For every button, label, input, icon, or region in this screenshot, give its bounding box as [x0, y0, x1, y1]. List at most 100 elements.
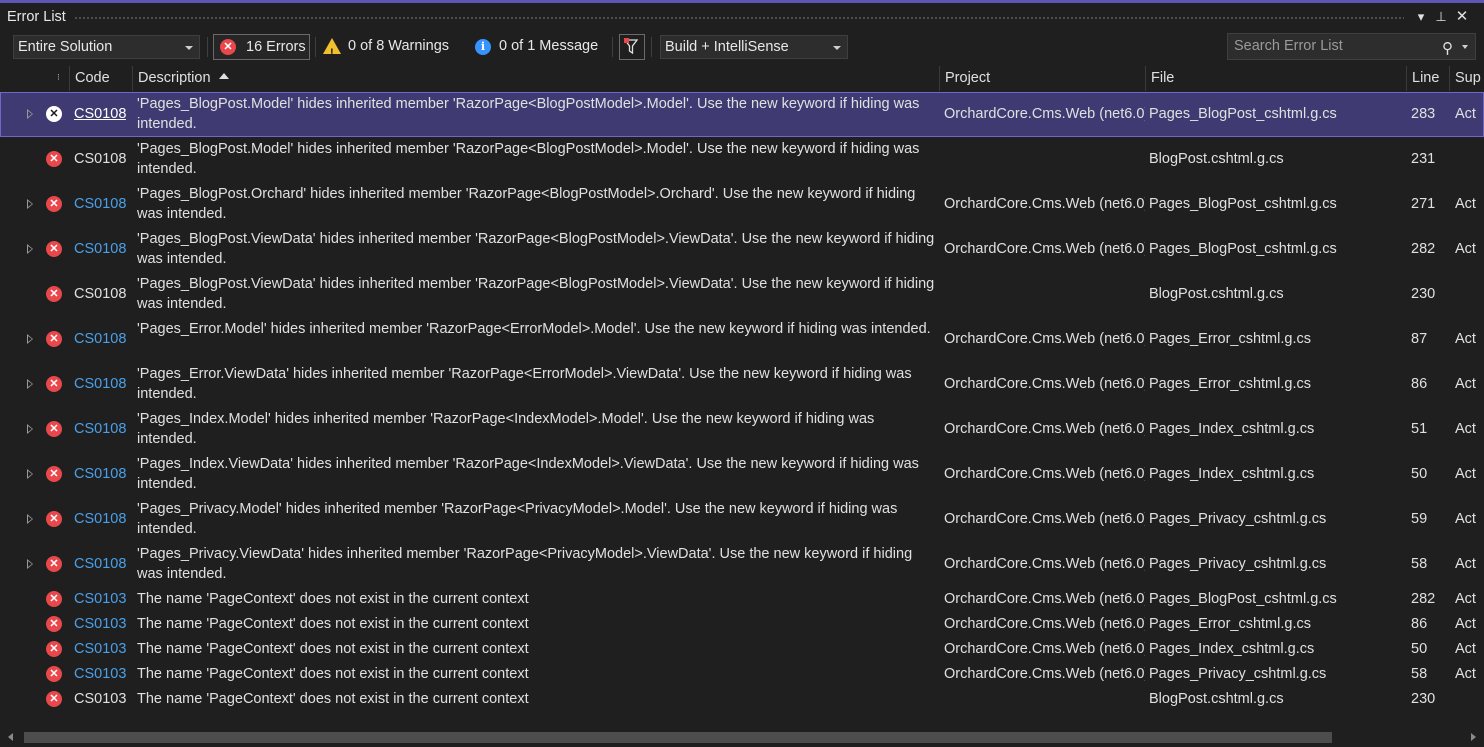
scroll-right-icon[interactable] [1471, 733, 1476, 741]
warnings-filter-button[interactable]: ! 0 of 8 Warnings [316, 34, 462, 60]
drag-grip[interactable] [74, 16, 1404, 21]
build-intellisense-dropdown[interactable]: Build + IntelliSense [660, 35, 848, 59]
expand-row-icon[interactable] [27, 514, 33, 524]
error-row[interactable]: ✕ CS0103 The name 'PageContext' does not e… [0, 587, 1484, 612]
error-suppression-state: Act [1455, 106, 1476, 122]
error-code-link[interactable]: CS0103 [74, 664, 126, 684]
error-code-link[interactable]: CS0108 [74, 419, 126, 439]
search-options-chevron-icon[interactable] [1462, 45, 1468, 49]
expand-row-icon[interactable] [27, 244, 33, 254]
error-row[interactable]: ✕ CS0108 'Pages_BlogPost.Orchard' hides in… [0, 182, 1484, 227]
scope-dropdown[interactable]: Entire Solution [13, 35, 200, 59]
scroll-left-icon[interactable] [8, 733, 13, 741]
scope-dropdown-value: Entire Solution [18, 39, 113, 55]
search-error-list-input[interactable]: Search Error List ⚲ [1227, 33, 1476, 60]
window-options-icon[interactable]: ▾ [1412, 8, 1430, 26]
error-description: 'Pages_Index.ViewData' hides inherited m… [137, 456, 919, 492]
error-row[interactable]: ✕ CS0108 'Pages_BlogPost.Model' hides inhe… [0, 92, 1484, 137]
error-row[interactable]: ✕ CS0108 'Pages_Index.ViewData' hides inhe… [0, 452, 1484, 497]
column-header-suppression[interactable]: Sup [1449, 66, 1484, 91]
error-row[interactable]: ✕ CS0108 'Pages_Privacy.Model' hides inher… [0, 497, 1484, 542]
search-placeholder: Search Error List [1234, 38, 1343, 54]
error-description: The name 'PageContext' does not exist in… [137, 691, 529, 707]
expand-row-icon[interactable] [27, 559, 33, 569]
error-project: OrchardCore.Cms.Web (net6.0) [944, 666, 1145, 682]
error-code-link[interactable]: CS0103 [74, 589, 126, 609]
errors-filter-button[interactable]: ✕ 16 Errors [213, 34, 310, 60]
error-circle-icon: ✕ [46, 556, 62, 572]
search-icon[interactable]: ⚲ [1442, 36, 1453, 61]
expand-row-icon[interactable] [27, 199, 33, 209]
column-header-description[interactable]: Description [132, 66, 939, 91]
error-code-link[interactable]: CS0108 [74, 464, 126, 484]
error-row[interactable]: ✕ CS0108 'Pages_BlogPost.Model' hides inhe… [0, 137, 1484, 182]
error-row[interactable]: ✕ CS0108 'Pages_Index.Model' hides inherit… [0, 407, 1484, 452]
chevron-down-icon [185, 46, 193, 50]
error-circle-icon: ✕ [46, 616, 62, 632]
error-circle-icon: ✕ [46, 466, 62, 482]
error-description: 'Pages_BlogPost.Orchard' hides inherited… [137, 186, 916, 222]
error-code-link[interactable]: CS0108 [74, 374, 126, 394]
error-code-link[interactable]: CS0108 [74, 104, 126, 124]
error-suppression-state: Act [1455, 511, 1476, 527]
filter-funnel-button[interactable] [619, 34, 645, 60]
error-code-link[interactable]: CS0108 [74, 329, 126, 349]
error-code-link[interactable]: CS0103 [74, 639, 126, 659]
messages-filter-button[interactable]: i 0 of 1 Message [467, 34, 607, 60]
error-row[interactable]: ✕ CS0103 The name 'PageContext' does not e… [0, 662, 1484, 687]
error-code-link[interactable]: CS0108 [74, 239, 126, 259]
error-code: CS0108 [74, 286, 127, 302]
error-suppression-state: Act [1455, 666, 1476, 682]
column-header-code[interactable]: Code [69, 66, 132, 91]
expand-row-icon[interactable] [27, 109, 33, 119]
error-line: 283 [1411, 106, 1436, 122]
column-chooser-icon[interactable]: ⁝ [57, 66, 60, 90]
error-row[interactable]: ✕ CS0103 The name 'PageContext' does not e… [0, 687, 1484, 712]
warning-triangle-icon: ! [323, 38, 341, 59]
error-suppression-state: Act [1455, 241, 1476, 257]
error-circle-icon: ✕ [46, 286, 62, 302]
sort-ascending-icon [218, 73, 229, 80]
error-circle-icon: ✕ [46, 511, 62, 527]
column-header-project[interactable]: Project [939, 66, 1145, 91]
column-header-line[interactable]: Line [1406, 66, 1449, 91]
column-header-code-label: Code [75, 70, 110, 86]
column-header-line-label: Line [1412, 70, 1440, 86]
error-row[interactable]: ✕ CS0108 'Pages_BlogPost.ViewData' hides i… [0, 227, 1484, 272]
expand-row-icon[interactable] [27, 424, 33, 434]
error-circle-icon: ✕ [46, 151, 62, 167]
error-suppression-state: Act [1455, 591, 1476, 607]
expand-row-icon[interactable] [27, 334, 33, 344]
error-row[interactable]: ✕ CS0108 'Pages_BlogPost.ViewData' hides i… [0, 272, 1484, 317]
error-circle-icon: ✕ [46, 691, 62, 707]
column-header-file[interactable]: File [1145, 66, 1406, 91]
error-row[interactable]: ✕ CS0103 The name 'PageContext' does not e… [0, 637, 1484, 662]
error-project: OrchardCore.Cms.Web (net6.0) [944, 196, 1145, 212]
expand-row-icon[interactable] [27, 469, 33, 479]
error-row[interactable]: ✕ CS0108 'Pages_Error.ViewData' hides inhe… [0, 362, 1484, 407]
column-header-category[interactable]: ⁝ [13, 66, 69, 91]
error-row[interactable]: ✕ CS0108 'Pages_Privacy.ViewData' hides in… [0, 542, 1484, 587]
pin-icon[interactable]: ⊥ [1432, 8, 1450, 26]
window-title: Error List [7, 9, 66, 25]
error-code-link[interactable]: CS0108 [74, 509, 126, 529]
error-circle-icon: ✕ [46, 421, 62, 437]
error-line: 87 [1411, 331, 1428, 347]
error-row[interactable]: ✕ CS0103 The name 'PageContext' does not e… [0, 612, 1484, 637]
error-code-link[interactable]: CS0108 [74, 194, 126, 214]
column-header-description-label: Description [138, 70, 211, 86]
error-line: 86 [1411, 376, 1428, 392]
error-line: 58 [1411, 666, 1428, 682]
horizontal-scrollbar[interactable] [0, 729, 1484, 747]
error-line: 271 [1411, 196, 1436, 212]
error-project: OrchardCore.Cms.Web (net6.0) [944, 331, 1145, 347]
error-suppression-state: Act [1455, 376, 1476, 392]
expand-row-icon[interactable] [27, 379, 33, 389]
error-project: OrchardCore.Cms.Web (net6.0) [944, 241, 1145, 257]
error-code: CS0108 [74, 151, 127, 167]
error-code-link[interactable]: CS0108 [74, 554, 126, 574]
scrollbar-thumb[interactable] [24, 732, 1332, 743]
error-code-link[interactable]: CS0103 [74, 614, 126, 634]
error-row[interactable]: ✕ CS0108 'Pages_Error.Model' hides inherit… [0, 317, 1484, 362]
close-icon[interactable]: ✕ [1453, 8, 1471, 26]
